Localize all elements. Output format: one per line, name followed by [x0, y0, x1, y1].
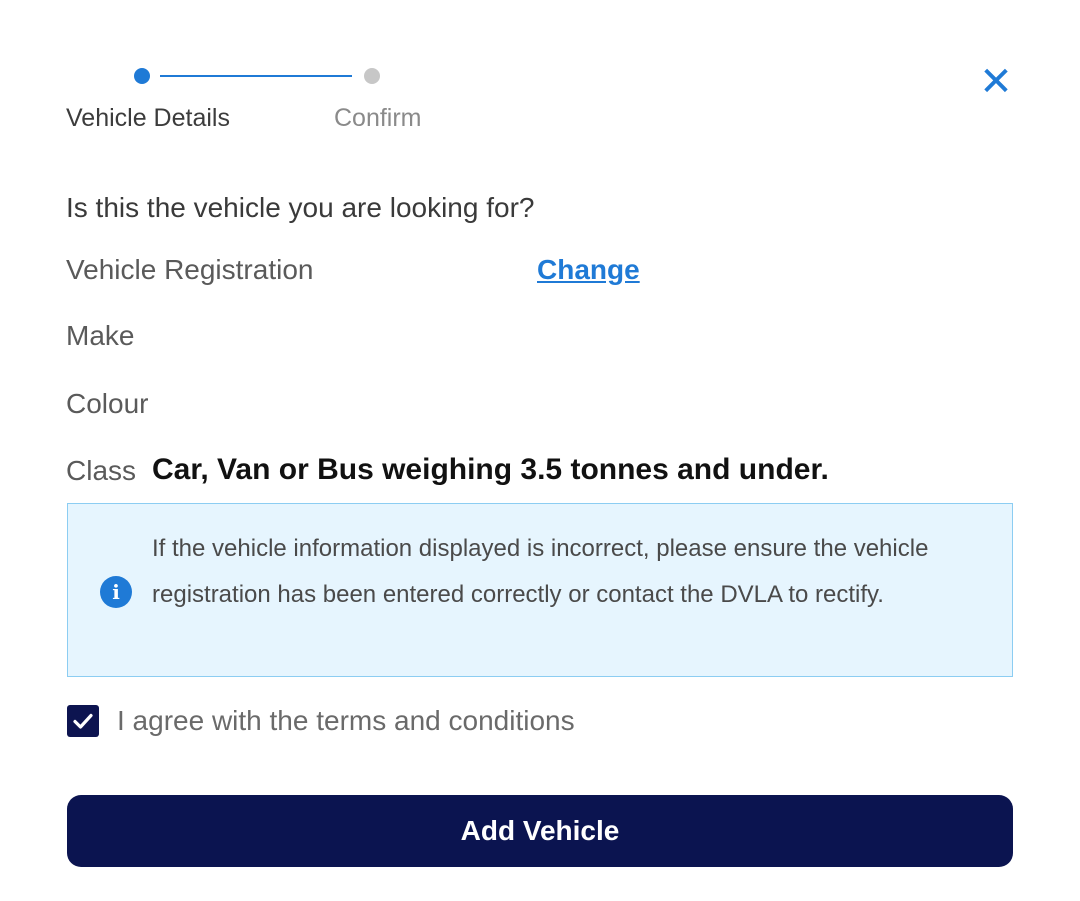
stepper: Vehicle Details Confirm [66, 64, 466, 144]
terms-row: I agree with the terms and conditions [67, 704, 575, 738]
info-text: If the vehicle information displayed is … [152, 535, 929, 608]
class-label: Class [66, 455, 137, 486]
close-icon: ✕ [979, 60, 1013, 104]
step-indicator-confirm [364, 68, 380, 84]
make-label: Make [66, 320, 135, 351]
close-button[interactable]: ✕ [972, 60, 1020, 104]
terms-checkbox[interactable] [67, 705, 99, 737]
step-label-confirm: Confirm [334, 104, 422, 132]
info-notice: i If the vehicle information displayed i… [67, 503, 1013, 677]
terms-label: I agree with the terms and conditions [117, 705, 575, 736]
add-vehicle-button[interactable]: Add Vehicle [67, 795, 1013, 867]
class-value: Car, Van or Bus weighing 3.5 tonnes and … [152, 453, 829, 486]
colour-label: Colour [66, 388, 149, 419]
vehicle-registration-label: Vehicle Registration [66, 254, 314, 285]
checkmark-icon [73, 713, 93, 729]
vehicle-question: Is this the vehicle you are looking for? [66, 192, 535, 223]
change-link[interactable]: Change [537, 254, 640, 286]
step-indicator-vehicle-details [134, 68, 150, 84]
info-icon: i [100, 576, 132, 608]
step-label-vehicle-details: Vehicle Details [66, 104, 230, 132]
step-connector [160, 75, 352, 77]
add-vehicle-modal: Vehicle Details Confirm ✕ Is this the ve… [0, 0, 1080, 901]
